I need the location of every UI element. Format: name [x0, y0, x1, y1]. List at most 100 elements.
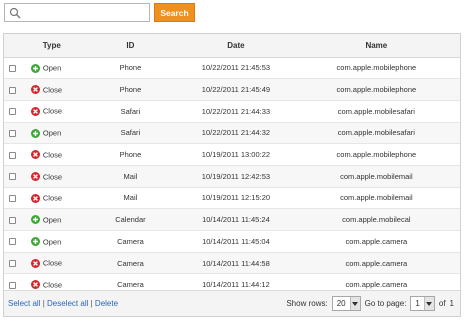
delete-link[interactable]: Delete: [95, 299, 118, 308]
row-checkbox-cell: [4, 187, 22, 210]
date-cell: 10/22/2011 21:44:32: [179, 122, 293, 145]
events-table: Type ID Date Name Open Phone 10/22/2011 21…: [4, 34, 460, 297]
type-cell: Close: [21, 165, 82, 188]
page-value: 1: [415, 299, 420, 308]
table-row[interactable]: Open Safari 10/22/2011 21:44:32 com.apple.m…: [4, 122, 460, 145]
goto-page-label: Go to page:: [364, 299, 407, 308]
header-checkbox-column: [4, 34, 22, 58]
type-label: Close: [42, 258, 63, 268]
type-cell: Close: [21, 187, 82, 210]
plus-circle-icon: [30, 63, 40, 73]
header-id[interactable]: ID: [81, 34, 180, 58]
rows-per-page-value: 20: [336, 299, 346, 308]
date-cell: 10/19/2011 12:15:20: [179, 187, 293, 210]
id-cell: Camera: [81, 252, 180, 275]
date-cell: 10/22/2011 21:44:33: [179, 100, 293, 123]
rows-per-page-select[interactable]: 20: [331, 296, 361, 311]
row-checkbox[interactable]: [9, 281, 17, 289]
table-row[interactable]: Close Mail 10/19/2011 12:15:20 com.apple.mo…: [4, 187, 460, 210]
header-name[interactable]: Name: [292, 34, 460, 58]
page-select[interactable]: 1: [410, 296, 435, 311]
select-all-link[interactable]: Select all: [8, 299, 40, 308]
x-circle-icon: [30, 150, 40, 160]
type-label: Close: [42, 150, 63, 160]
table-row[interactable]: Close Mail 10/19/2011 12:42:53 com.apple.mo…: [4, 165, 460, 188]
row-checkbox[interactable]: [9, 216, 17, 224]
row-checkbox[interactable]: [9, 129, 17, 137]
type-cell: Close: [21, 143, 82, 166]
type-cell: Open: [21, 122, 82, 145]
row-checkbox[interactable]: [9, 194, 17, 202]
type-label: Open: [42, 237, 62, 247]
deselect-all-link[interactable]: Deselect all: [47, 299, 88, 308]
type-cell: Open: [21, 208, 82, 231]
id-cell: Phone: [81, 143, 180, 166]
row-checkbox-cell: [4, 100, 22, 123]
selection-links: Select all | Deselect all | Delete: [8, 299, 118, 308]
row-checkbox[interactable]: [9, 86, 17, 94]
table-footer: Select all | Deselect all | Delete Show …: [4, 290, 460, 316]
name-cell: com.apple.mobilephone: [292, 57, 460, 80]
table-row[interactable]: Open Phone 10/22/2011 21:45:53 com.apple.mo…: [4, 57, 460, 80]
x-circle-icon: [30, 85, 40, 95]
row-checkbox-cell: [4, 143, 22, 166]
search-input[interactable]: [5, 4, 149, 21]
id-cell: Safari: [81, 100, 180, 123]
row-checkbox-cell: [4, 57, 22, 80]
type-label: Close: [42, 280, 63, 290]
table-row[interactable]: Close Phone 10/22/2011 21:45:49 com.apple.m…: [4, 78, 460, 101]
search-button[interactable]: Search: [154, 3, 195, 22]
date-cell: 10/19/2011 13:00:22: [179, 143, 293, 166]
table-header-row: Type ID Date Name: [4, 34, 460, 58]
type-label: Open: [42, 215, 62, 225]
table-row[interactable]: Close Phone 10/19/2011 13:00:22 com.apple.m…: [4, 143, 460, 166]
header-type[interactable]: Type: [21, 34, 82, 58]
row-checkbox[interactable]: [9, 64, 17, 72]
id-cell: Calendar: [81, 208, 180, 231]
data-grid: Type ID Date Name Open Phone 10/22/2011 21…: [3, 33, 461, 317]
link-separator: |: [90, 299, 93, 308]
name-cell: com.apple.mobilephone: [292, 78, 460, 101]
header-date[interactable]: Date: [179, 34, 293, 58]
row-checkbox-cell: [4, 165, 22, 188]
name-cell: com.apple.mobilemail: [292, 165, 460, 188]
date-cell: 10/22/2011 21:45:49: [179, 78, 293, 101]
date-cell: 10/22/2011 21:45:53: [179, 57, 293, 80]
table-body: Open Phone 10/22/2011 21:45:53 com.apple.mo…: [4, 57, 460, 297]
x-circle-icon: [30, 172, 40, 182]
row-checkbox[interactable]: [9, 151, 17, 159]
date-cell: 10/14/2011 11:45:04: [179, 230, 293, 253]
plus-circle-icon: [30, 215, 40, 225]
table-row[interactable]: Open Camera 10/14/2011 11:45:04 com.apple.c…: [4, 230, 460, 253]
type-label: Close: [42, 106, 63, 116]
row-checkbox-cell: [4, 208, 22, 231]
name-cell: com.apple.camera: [292, 230, 460, 253]
x-circle-icon: [30, 280, 40, 290]
table-row[interactable]: Close Safari 10/22/2011 21:44:33 com.apple.…: [4, 100, 460, 123]
type-label: Open: [42, 63, 62, 73]
search-icon: [9, 7, 21, 19]
chevron-down-icon[interactable]: [349, 297, 360, 310]
type-cell: Close: [21, 78, 82, 101]
x-circle-icon: [30, 258, 40, 268]
row-checkbox[interactable]: [9, 260, 17, 268]
date-cell: 10/14/2011 11:44:58: [179, 252, 293, 275]
type-label: Open: [42, 128, 62, 138]
row-checkbox-cell: [4, 122, 22, 145]
id-cell: Mail: [81, 187, 180, 210]
name-cell: com.apple.mobilephone: [292, 143, 460, 166]
name-cell: com.apple.camera: [292, 252, 460, 275]
table-row[interactable]: Close Camera 10/14/2011 11:44:58 com.apple.…: [4, 252, 460, 275]
id-cell: Phone: [81, 57, 180, 80]
x-circle-icon: [30, 193, 40, 203]
type-cell: Open: [21, 57, 82, 80]
row-checkbox[interactable]: [9, 108, 17, 116]
search-box[interactable]: [4, 3, 150, 22]
name-cell: com.apple.mobilecal: [292, 208, 460, 231]
row-checkbox[interactable]: [9, 173, 17, 181]
id-cell: Mail: [81, 165, 180, 188]
table-row[interactable]: Open Calendar 10/14/2011 11:45:24 com.apple…: [4, 208, 460, 231]
chevron-down-icon[interactable]: [423, 297, 434, 310]
row-checkbox[interactable]: [9, 238, 17, 246]
x-circle-icon: [30, 106, 40, 116]
